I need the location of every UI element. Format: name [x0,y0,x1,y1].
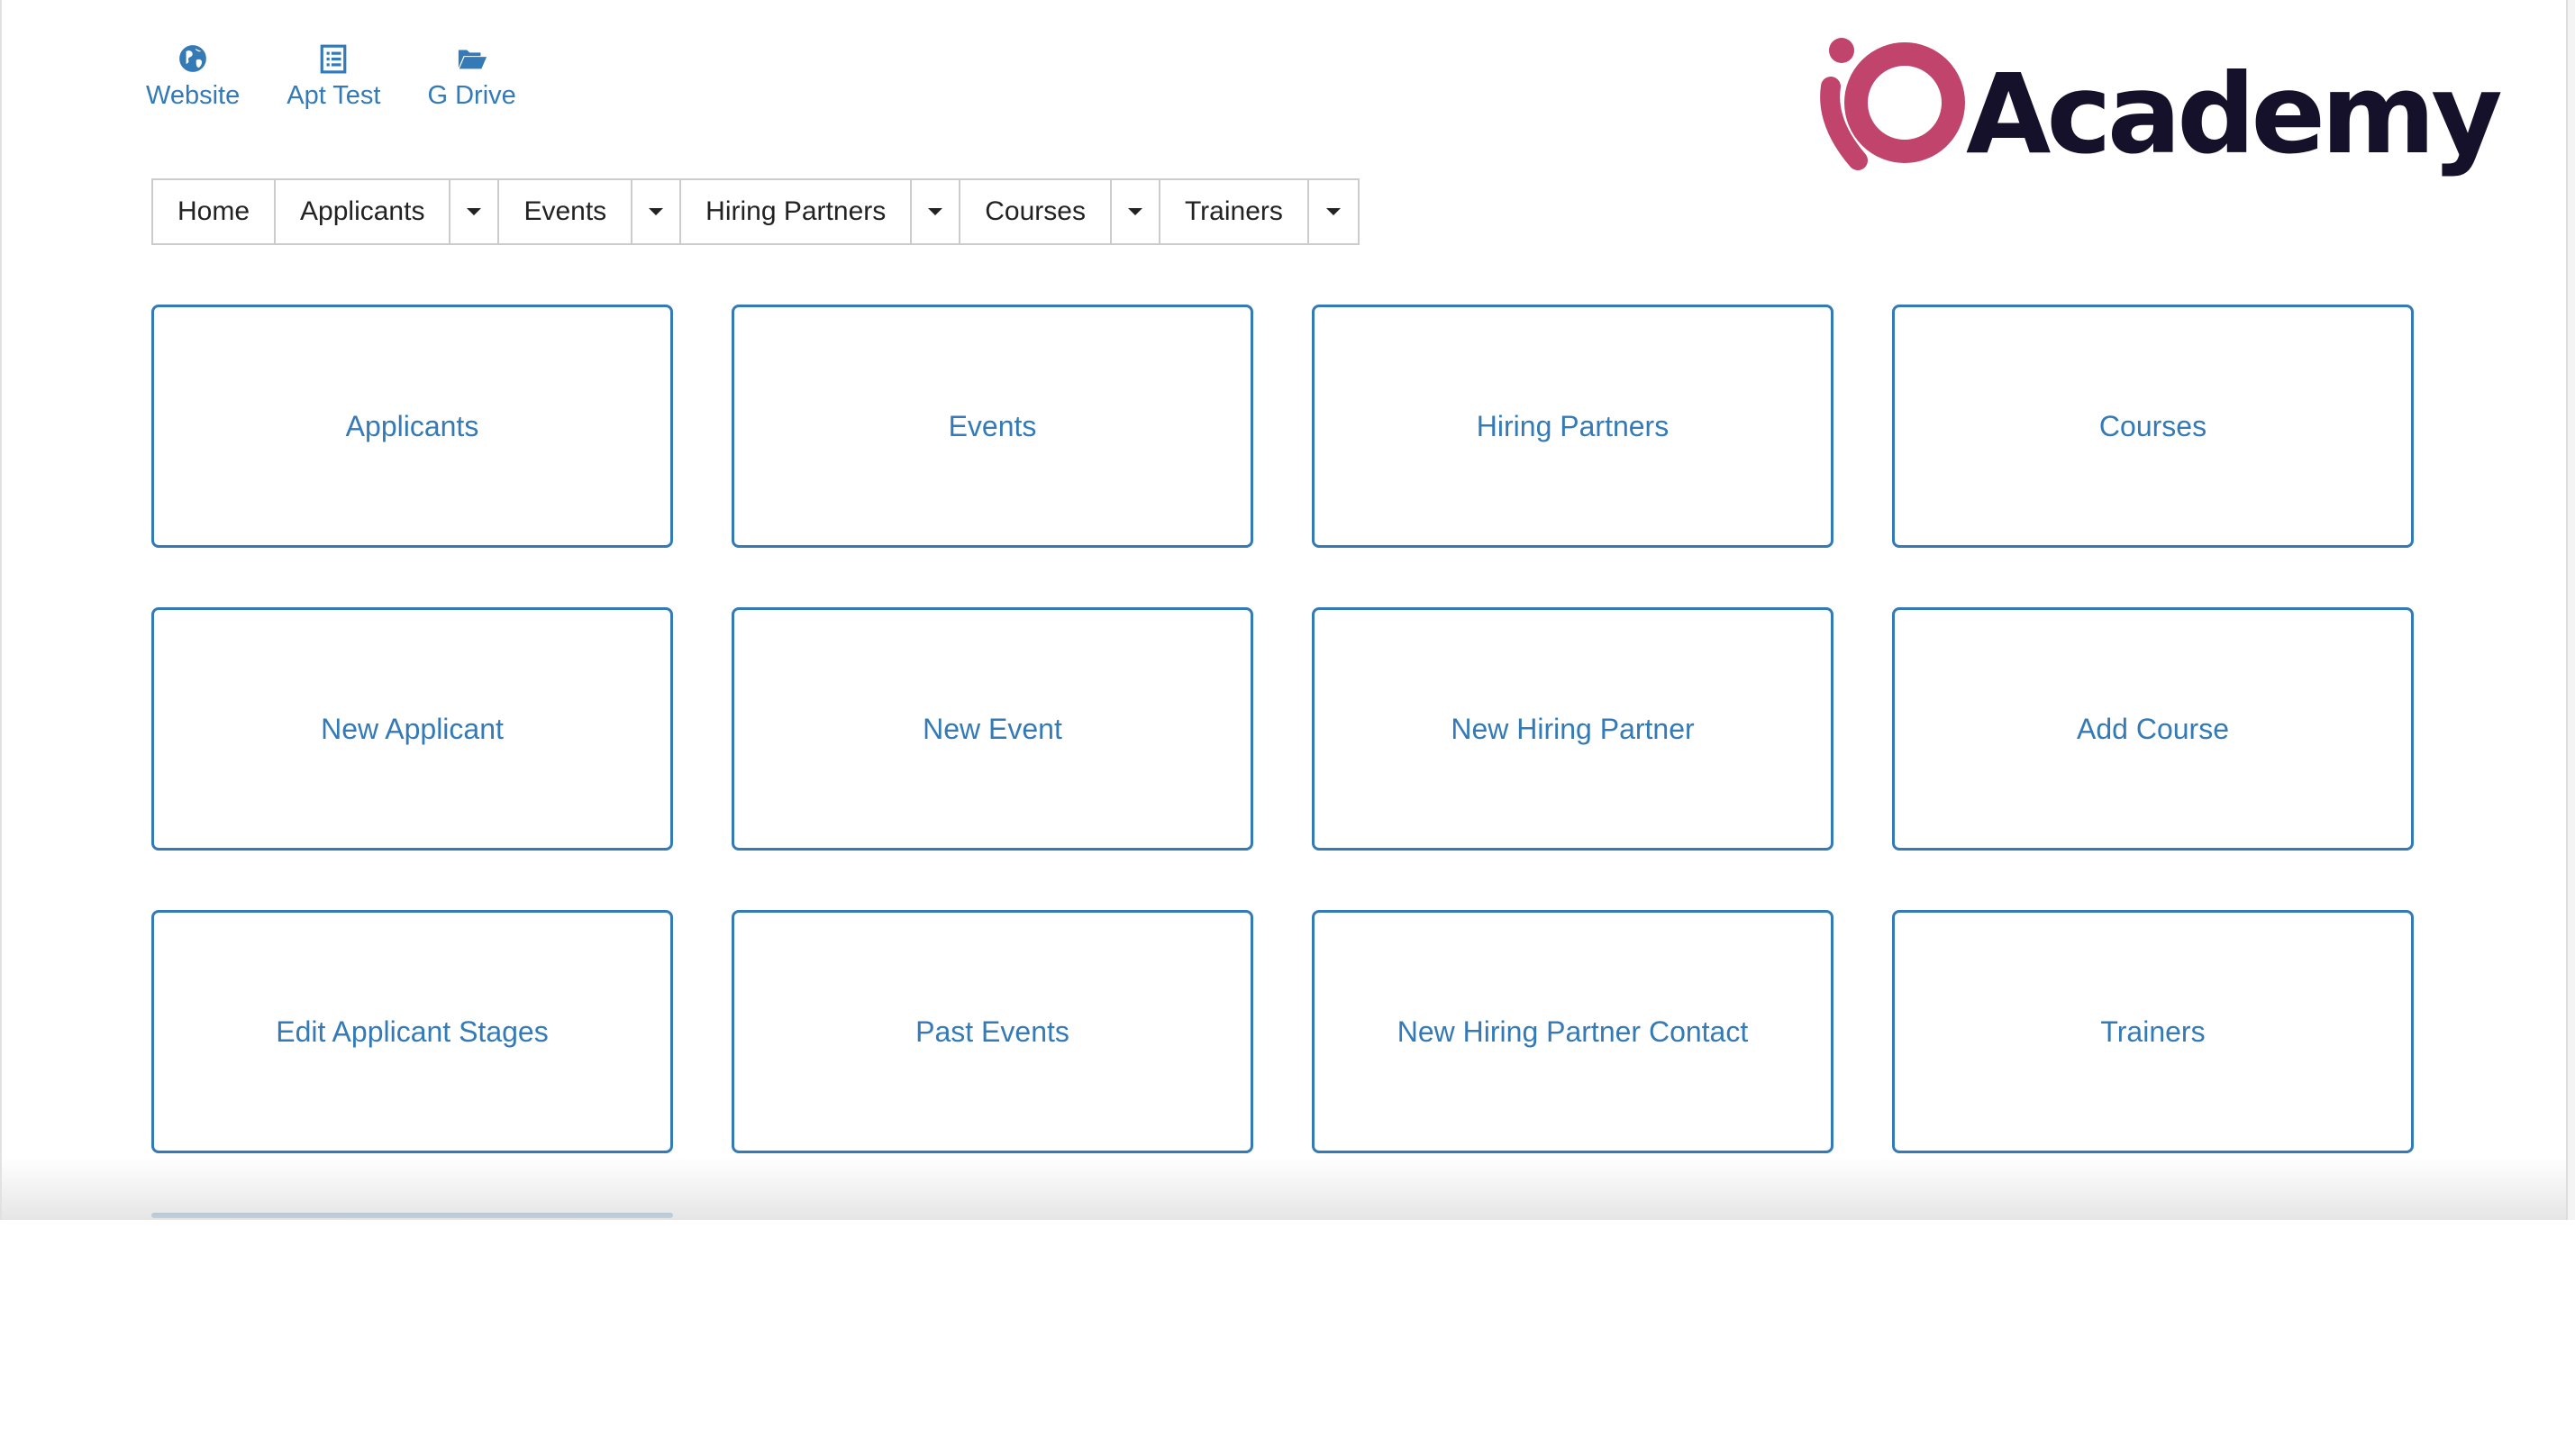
scrollbar-track[interactable] [2566,0,2575,1220]
tile-edit-applicant-stages[interactable]: Edit Applicant Stages [151,910,673,1153]
dashboard-tiles: Applicants Events Hiring Partners Course… [151,305,2414,1456]
tile-add-course[interactable]: Add Course [1892,607,2414,851]
tile-past-events[interactable]: Past Events [732,910,1253,1153]
nav-events[interactable]: Events [499,180,633,243]
website-link[interactable]: Website [146,41,240,111]
caret-down-icon [467,208,482,215]
nav-courses[interactable]: Courses [960,180,1112,243]
applicants-dropdown-toggle[interactable] [450,180,500,243]
list-icon [315,41,351,76]
globe-icon [175,41,211,76]
g-drive-label: G Drive [427,81,516,110]
caret-down-icon [1127,208,1142,215]
caret-down-icon [928,208,943,215]
nav-home[interactable]: Home [153,180,277,243]
apt-test-link[interactable]: Apt Test [287,41,380,111]
nav-trainers[interactable]: Trainers [1160,180,1309,243]
tile-courses[interactable]: Courses [1892,305,2414,548]
events-dropdown-toggle[interactable] [632,180,682,243]
courses-dropdown-toggle[interactable] [1112,180,1160,243]
folder-open-icon [454,41,490,76]
tile-events[interactable]: Events [732,305,1253,548]
tile-partial-next-row[interactable] [151,1213,673,1218]
tile-new-applicant[interactable]: New Applicant [151,607,673,851]
io-academy-logo[interactable]: Academy [1813,32,2503,178]
trainers-dropdown-toggle[interactable] [1309,180,1358,243]
window-left-edge [0,0,2,1220]
tile-new-hiring-partner-contact[interactable]: New Hiring Partner Contact [1312,910,1833,1153]
tile-applicants[interactable]: Applicants [151,305,673,548]
nav-hiring-partners[interactable]: Hiring Partners [681,180,913,243]
tile-new-hiring-partner[interactable]: New Hiring Partner [1312,607,1833,851]
tile-trainers[interactable]: Trainers [1892,910,2414,1153]
logo-text: Academy [1966,50,2503,178]
main-navbar: Home Applicants Events Hiring Partners C… [151,178,1360,245]
quick-links: Website Apt Test G Drive [146,41,516,111]
tile-new-event[interactable]: New Event [732,607,1253,851]
apt-test-label: Apt Test [287,81,381,110]
io-logo-mark [1820,38,1965,170]
hiring-partners-dropdown-toggle[interactable] [912,180,961,243]
nav-applicants[interactable]: Applicants [276,180,451,243]
g-drive-link[interactable]: G Drive [427,41,516,111]
website-label: Website [146,81,241,110]
caret-down-icon [649,208,664,215]
caret-down-icon [1325,208,1341,215]
tile-hiring-partners[interactable]: Hiring Partners [1312,305,1833,548]
